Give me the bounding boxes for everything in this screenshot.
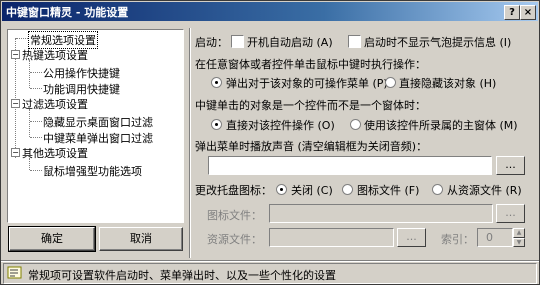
- tree-line: [30, 137, 42, 138]
- resource-file-input[interactable]: [269, 228, 394, 247]
- tray-icon-file-label[interactable]: 图标文件 (F): [357, 182, 419, 198]
- ok-button[interactable]: 确定: [8, 226, 96, 252]
- tray-resource-radio[interactable]: [432, 184, 443, 195]
- tree-item-hotkeys[interactable]: 热键选项设置: [22, 47, 88, 63]
- tree-item-mouse-enhance[interactable]: 鼠标增强型功能选项: [43, 163, 142, 179]
- tree-line: [29, 60, 30, 88]
- tree-item-desktop-filter[interactable]: 隐藏显示桌面窗口过滤: [43, 114, 153, 130]
- status-text: 常规项可设置软件启动时、菜单弹出时、以及一些个性化的设置: [28, 269, 336, 282]
- tree-item-other[interactable]: 其他选项设置: [22, 145, 88, 161]
- icon-file-label: 图标文件：: [207, 209, 262, 222]
- resource-browse-button[interactable]: ...: [397, 228, 426, 247]
- icon-browse-button[interactable]: ...: [496, 204, 525, 223]
- index-down-icon[interactable]: ▼: [513, 238, 525, 247]
- main-window-radio[interactable]: [350, 119, 361, 130]
- index-up-icon[interactable]: ▲: [513, 228, 525, 238]
- popup-menu-radio[interactable]: [211, 77, 222, 88]
- tray-resource-label[interactable]: 从资源文件 (R): [447, 182, 522, 198]
- tray-off-label[interactable]: 关闭 (C): [291, 182, 333, 198]
- sound-file-input[interactable]: [208, 156, 492, 175]
- tree-line: [29, 158, 30, 170]
- index-label: 索引：: [441, 233, 474, 246]
- sound-label: 弹出菜单时播放声音 (清空编辑框为关闭音频)：: [195, 140, 428, 153]
- startup-label: 启动：: [195, 36, 228, 49]
- window-title: 中键窗口精灵 - 功能设置: [6, 6, 129, 19]
- tree-line: [30, 72, 42, 73]
- status-separator: [1, 260, 539, 262]
- tree-line: [30, 121, 42, 122]
- tree-line: [16, 38, 28, 39]
- help-button[interactable]: ?: [504, 5, 520, 20]
- cancel-button[interactable]: 取消: [99, 227, 183, 251]
- sound-browse-button[interactable]: ...: [496, 156, 525, 175]
- tree-item-function-hotkeys[interactable]: 功能调用快捷键: [43, 81, 120, 97]
- no-balloon-checkbox[interactable]: [348, 35, 361, 48]
- tray-label: 更改托盘图标：: [195, 184, 272, 197]
- tree-line: [30, 88, 42, 89]
- collapse-icon[interactable]: −: [11, 50, 20, 59]
- resource-file-label: 资源文件：: [207, 233, 262, 246]
- autostart-checkbox[interactable]: [231, 35, 244, 48]
- title-bar[interactable]: 中键窗口精灵 - 功能设置 ? ×: [2, 2, 538, 21]
- direct-control-radio[interactable]: [211, 119, 222, 130]
- settings-tree[interactable]: 常规选项设置 − 热键选项设置 公用操作快捷键 功能调用快捷键 − 过滤选项设置…: [7, 29, 184, 223]
- no-balloon-label[interactable]: 启动时不显示气泡提示信息 (I): [364, 34, 511, 50]
- main-window-label[interactable]: 使用该控件所录属的主窗体 (M): [364, 117, 518, 133]
- tree-line: [30, 170, 42, 171]
- direct-control-label[interactable]: 直接对该控件操作 (O): [226, 117, 335, 133]
- settings-window: 中键窗口精灵 - 功能设置 ? × 常规选项设置 − 热键选项设置 公用操作快捷…: [0, 0, 540, 285]
- tray-off-radio[interactable]: [276, 184, 287, 195]
- autostart-label[interactable]: 开机自动启动 (A): [247, 34, 333, 50]
- collapse-icon[interactable]: −: [11, 148, 20, 157]
- panel-divider: [189, 28, 191, 258]
- collapse-icon[interactable]: −: [11, 99, 20, 108]
- tree-item-filters[interactable]: 过滤选项设置: [22, 96, 88, 112]
- close-button[interactable]: ×: [520, 5, 536, 20]
- window-click-label: 在任意窗体或者控件单击鼠标中键时执行操作：: [195, 58, 426, 71]
- tree-item-common-hotkeys[interactable]: 公用操作快捷键: [43, 65, 120, 81]
- tray-icon-file-radio[interactable]: [342, 184, 353, 195]
- tip-icon: [7, 266, 22, 279]
- hide-object-radio[interactable]: [385, 77, 396, 88]
- tree-line: [29, 109, 30, 137]
- hide-object-label[interactable]: 直接隐藏该对象 (H): [399, 75, 496, 91]
- tree-item-popup-filter[interactable]: 中键菜单弹出窗口过滤: [43, 130, 153, 146]
- icon-file-input[interactable]: [269, 204, 493, 223]
- index-input[interactable]: 0: [477, 228, 513, 247]
- control-click-label: 中键单击的对象是一个控件而不是一个窗体时：: [195, 99, 426, 112]
- status-bar: 常规项可设置软件启动时、菜单弹出时、以及一些个性化的设置: [3, 263, 537, 284]
- popup-menu-label[interactable]: 弹出对于该对象的可操作菜单 (P): [226, 75, 388, 91]
